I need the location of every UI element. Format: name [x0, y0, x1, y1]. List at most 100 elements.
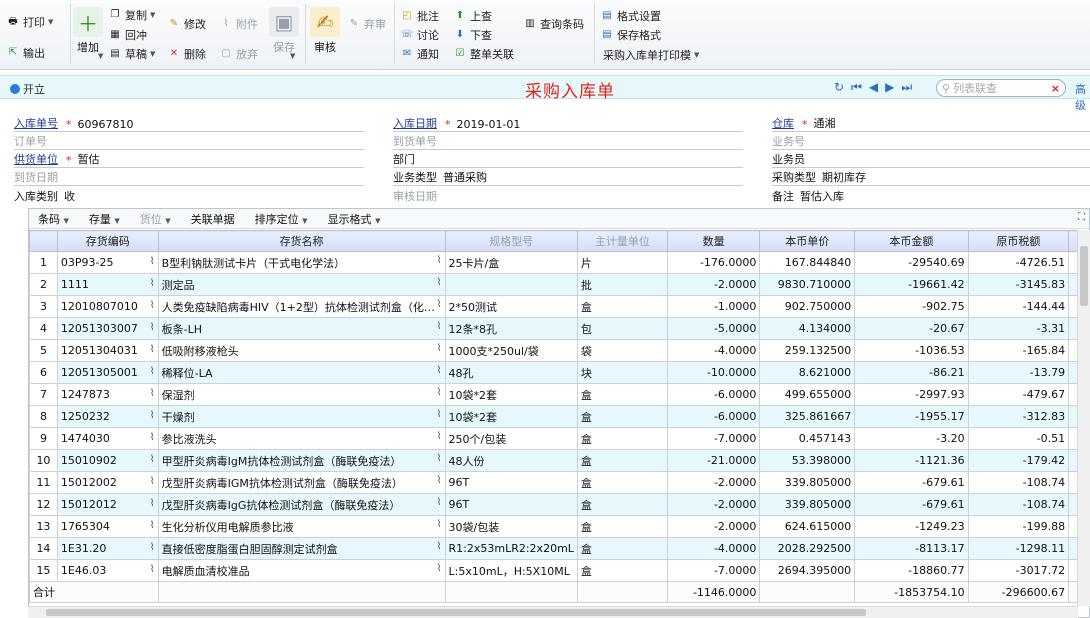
code-cell[interactable]: 15012012 ⌇: [56, 493, 159, 516]
vertical-scrollbar[interactable]: [1077, 230, 1090, 606]
table-row[interactable]: 11 15012002 ⌇ 戊型肝炎病毒IGM抗体检测试剂盒（酶联免疫法） ⌇ 96T 盒 -…: [29, 471, 1089, 494]
advanced-link[interactable]: 高级: [1075, 81, 1090, 113]
draft-button[interactable]: ▤ 草稿 ▼: [108, 46, 155, 62]
name-cell[interactable]: 生化分析仪用电解质参比液 ⌇: [157, 515, 446, 538]
discuss-button[interactable]: ☏ 讨论: [400, 27, 439, 43]
paperclip-icon[interactable]: ⌇: [437, 277, 442, 288]
unit-cell[interactable]: 批: [576, 273, 668, 296]
code-cell[interactable]: 1E31.20 ⌇: [56, 537, 159, 560]
quantity-cell[interactable]: -7.0000: [666, 427, 761, 450]
tax-cell[interactable]: -199.88: [967, 515, 1070, 538]
scroll-thumb[interactable]: [46, 609, 866, 616]
name-cell[interactable]: 干燥剂 ⌇: [157, 405, 446, 428]
tax-cell[interactable]: -479.67: [967, 383, 1070, 406]
paperclip-icon[interactable]: ⌇: [437, 299, 442, 310]
unit-cell[interactable]: 袋: [576, 339, 668, 362]
quantity-cell[interactable]: -7.0000: [666, 559, 761, 582]
relate-button[interactable]: ☑ 整单关联: [453, 46, 514, 62]
paperclip-icon[interactable]: ⌇: [437, 255, 442, 266]
code-cell[interactable]: 1765304 ⌇: [56, 515, 159, 538]
horizontal-scrollbar[interactable]: [28, 606, 1078, 618]
spec-cell[interactable]: 10袋*2套: [444, 405, 578, 428]
inventory-menu[interactable]: 存量 ▼: [89, 211, 120, 227]
price-cell[interactable]: 499.655000: [759, 383, 856, 406]
price-cell[interactable]: 624.615000: [759, 515, 856, 538]
tax-cell[interactable]: -312.83: [967, 405, 1070, 428]
amount-cell[interactable]: -3.20: [854, 427, 969, 450]
price-cell[interactable]: 2694.395000: [759, 559, 856, 582]
table-row[interactable]: 7 1247873 ⌇ 保湿剂 ⌇ 10袋*2套 盒 -6.0000 499.655000 -29…: [29, 383, 1089, 406]
table-row[interactable]: 9 1474030 ⌇ 参比液洗头 ⌇ 250个/包装 盒 -7.0000 0.457143 -3…: [29, 427, 1089, 450]
spec-cell[interactable]: 48人份: [444, 449, 578, 472]
unit-cell[interactable]: 盒: [576, 493, 668, 516]
table-row[interactable]: 4 12051303007 ⌇ 板条-LH ⌇ 12条*8孔 包 -5.0000 4.13400…: [29, 317, 1089, 340]
sort-menu[interactable]: 排序定位 ▼: [255, 211, 308, 227]
code-cell[interactable]: 12051305001 ⌇: [56, 361, 159, 384]
price-cell[interactable]: 8.621000: [759, 361, 856, 384]
prev-record-icon[interactable]: ◀: [869, 80, 878, 95]
table-row[interactable]: 10 15010902 ⌇ 甲型肝炎病毒IgM抗体检测试剂盒（酶联免疫法） ⌇ 48人份 盒…: [29, 449, 1089, 472]
code-cell[interactable]: 1E46.03 ⌇: [56, 559, 159, 582]
in-type-field[interactable]: 入库类别收: [14, 190, 364, 204]
tax-cell[interactable]: -144.44: [967, 295, 1070, 318]
quantity-cell[interactable]: -4.0000: [666, 537, 761, 560]
spec-cell[interactable]: R1:2x53mLR2:2x20mL: [444, 537, 578, 560]
row-number-cell[interactable]: 11: [29, 471, 58, 494]
spec-cell[interactable]: 48孔: [444, 361, 578, 384]
print-template-select[interactable]: 采购入库单打印模 ▼: [603, 47, 699, 63]
name-cell[interactable]: 测定品 ⌇: [157, 273, 446, 296]
code-cell[interactable]: 15012002 ⌇: [56, 471, 159, 494]
department-field[interactable]: 部门: [393, 153, 743, 168]
name-cell[interactable]: 戊型肝炎病毒IGM抗体检测试剂盒（酶联免疫法） ⌇: [157, 471, 446, 494]
print-button[interactable]: 🖶 打印 ▼: [6, 14, 53, 30]
row-number-cell[interactable]: 13: [29, 515, 58, 538]
paperclip-icon[interactable]: ⌇: [437, 475, 442, 486]
dropdown-arrow-icon[interactable]: ▼: [98, 52, 103, 60]
paperclip-icon[interactable]: ⌇: [437, 453, 442, 464]
tax-cell[interactable]: -179.42: [967, 449, 1070, 472]
price-cell[interactable]: 0.457143: [759, 427, 856, 450]
spec-cell[interactable]: 12条*8孔: [444, 317, 578, 340]
paperclip-icon[interactable]: ⌇: [150, 542, 155, 553]
arrival-date-field[interactable]: 到货日期: [14, 171, 364, 186]
table-row[interactable]: 2 1111 ⌇ 测定品 ⌇ 批 -2.0000 9830.710000 -19661.42 -3…: [29, 273, 1089, 296]
paperclip-icon[interactable]: ⌇: [437, 431, 442, 442]
quantity-cell[interactable]: -1.0000: [666, 295, 761, 318]
quantity-cell[interactable]: -2.0000: [666, 273, 761, 296]
supplier-field[interactable]: 供货单位 * 暂估: [14, 153, 364, 168]
quantity-cell[interactable]: -6.0000: [666, 383, 761, 406]
quantity-cell[interactable]: -2.0000: [666, 493, 761, 516]
code-cell[interactable]: 1250232 ⌇: [56, 405, 159, 428]
paperclip-icon[interactable]: ⌇: [150, 388, 155, 399]
spec-cell[interactable]: 2*50测试: [444, 295, 578, 318]
next-record-icon[interactable]: ▶: [885, 80, 894, 95]
amount-cell[interactable]: -29540.69: [854, 251, 969, 274]
row-number-cell[interactable]: 8: [29, 405, 58, 428]
price-cell[interactable]: 339.805000: [759, 493, 856, 516]
unit-cell[interactable]: 包: [576, 317, 668, 340]
amount-cell[interactable]: -1249.23: [854, 515, 969, 538]
amount-cell[interactable]: -19661.42: [854, 273, 969, 296]
tax-cell[interactable]: -3145.83: [967, 273, 1070, 296]
amount-cell[interactable]: -1121.36: [854, 449, 969, 472]
name-cell[interactable]: 参比液洗头 ⌇: [157, 427, 446, 450]
price-cell[interactable]: 167.844840: [759, 251, 856, 274]
code-cell[interactable]: 12051303007 ⌇: [56, 317, 159, 340]
code-cell[interactable]: 03P93-25 ⌇: [56, 251, 159, 274]
quantity-cell[interactable]: -10.0000: [666, 361, 761, 384]
amount-cell[interactable]: -86.21: [854, 361, 969, 384]
code-cell[interactable]: 12010807010 ⌇: [56, 295, 159, 318]
code-cell[interactable]: 1247873 ⌇: [56, 383, 159, 406]
price-cell[interactable]: 902.750000: [759, 295, 856, 318]
paperclip-icon[interactable]: ⌇: [437, 321, 442, 332]
unit-cell[interactable]: 盒: [576, 427, 668, 450]
modify-button[interactable]: ✎ 修改: [167, 16, 206, 32]
unaudit-button[interactable]: ✎ 弃审: [347, 16, 386, 32]
name-cell[interactable]: 稀释位-LA ⌇: [157, 361, 446, 384]
price-cell[interactable]: 325.861667: [759, 405, 856, 428]
first-record-icon[interactable]: ⏮: [851, 80, 862, 95]
notify-button[interactable]: ✉ 通知: [400, 46, 439, 62]
unit-cell[interactable]: 盒: [576, 537, 668, 560]
unit-cell[interactable]: 盒: [576, 471, 668, 494]
price-cell[interactable]: 339.805000: [759, 471, 856, 494]
